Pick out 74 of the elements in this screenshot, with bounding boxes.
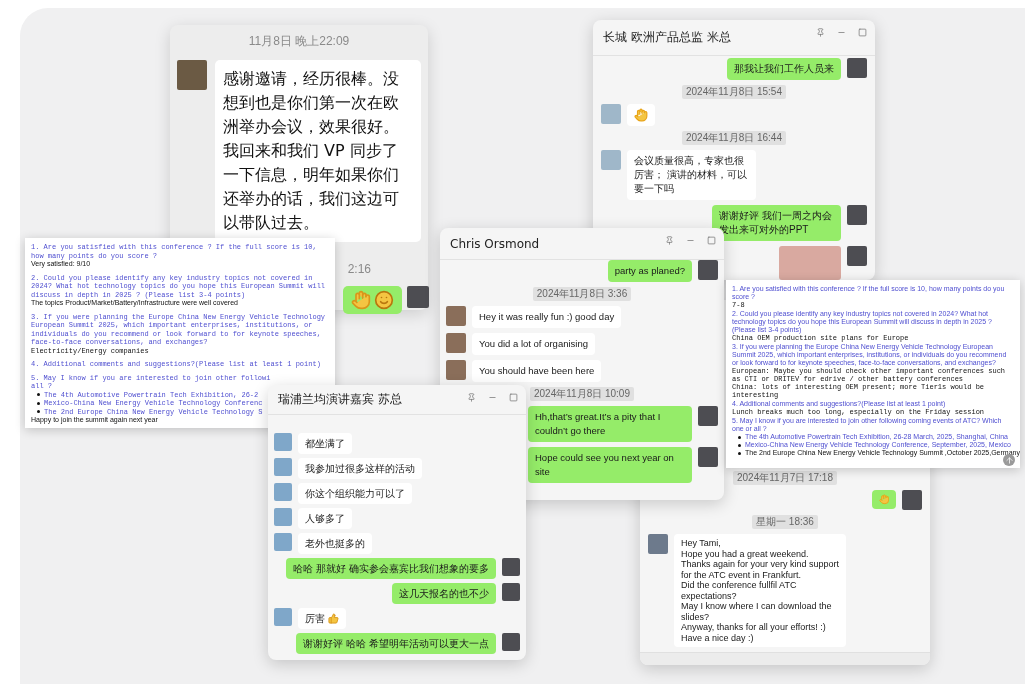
maximize-icon[interactable] bbox=[858, 28, 867, 37]
timestamp: 2024年11月7日 17:18 bbox=[733, 471, 837, 485]
sent-message: party as planed? bbox=[607, 260, 692, 282]
sent-message: 那我让我们工作人员来 bbox=[727, 58, 841, 80]
chat-title: 长城 欧洲产品总监 米总 bbox=[603, 29, 731, 46]
hand-icon bbox=[878, 494, 889, 505]
pin-icon[interactable] bbox=[467, 393, 476, 402]
pin-icon[interactable] bbox=[816, 28, 825, 37]
pin-icon[interactable] bbox=[665, 236, 674, 245]
avatar-image bbox=[274, 533, 292, 551]
arrow-up-icon bbox=[1004, 455, 1014, 465]
hand-icon bbox=[634, 108, 648, 122]
bullet-icon bbox=[738, 443, 741, 447]
avatar-image bbox=[698, 260, 718, 280]
timestamp: 2:16 bbox=[347, 262, 371, 276]
received-message: 老外也挺多的 bbox=[298, 533, 372, 554]
received-message: 你这个组织能力可以了 bbox=[298, 483, 412, 504]
bullet-icon bbox=[37, 401, 40, 405]
avatar-image bbox=[502, 633, 520, 651]
sent-message: 哈哈 那就好 确实参会嘉宾比我们想象的要多 bbox=[286, 558, 496, 579]
thumbs-up-icon bbox=[328, 613, 339, 624]
sent-message: 谢谢好评 哈哈 希望明年活动可以更大一点 bbox=[296, 633, 496, 654]
message-text: 厉害 bbox=[305, 612, 325, 625]
received-message: 我参加过很多这样的活动 bbox=[298, 458, 422, 479]
timestamp: 2024年11月8日 15:54 bbox=[682, 85, 786, 99]
avatar-image bbox=[698, 447, 718, 467]
bullet-icon bbox=[37, 393, 40, 397]
received-message: 都坐满了 bbox=[298, 433, 352, 454]
avatar-image bbox=[648, 534, 668, 554]
bullet-icon bbox=[738, 451, 741, 455]
avatar-image bbox=[177, 60, 207, 90]
avatar-image bbox=[274, 508, 292, 526]
sent-message: 这几天报名的也不少 bbox=[392, 583, 496, 604]
avatar-image bbox=[446, 306, 466, 326]
timestamp: 2024年11月8日 3:36 bbox=[532, 287, 632, 301]
avatar-image bbox=[847, 246, 867, 266]
avatar-image bbox=[847, 58, 867, 78]
timestamp: 2024年11月8日 10:09 bbox=[530, 387, 634, 401]
avatar-image bbox=[902, 490, 922, 510]
hand-icon bbox=[351, 290, 371, 310]
received-message: You did a lot of organising bbox=[472, 333, 595, 355]
maximize-icon[interactable] bbox=[707, 236, 716, 245]
avatar-image bbox=[698, 406, 718, 426]
timestamp: 11月8日 晚上22:09 bbox=[248, 33, 350, 50]
timestamp: 星期一 18:36 bbox=[752, 515, 818, 529]
avatar-image bbox=[446, 360, 466, 380]
received-message: You should have been here bbox=[472, 360, 602, 382]
received-message: 人够多了 bbox=[298, 508, 352, 529]
avatar-image bbox=[847, 205, 867, 225]
avatar-image bbox=[274, 433, 292, 451]
received-message: Hey it was really fun :) good day bbox=[472, 306, 622, 328]
avatar-image bbox=[502, 583, 520, 601]
bullet-icon bbox=[37, 410, 40, 414]
received-message: 感谢邀请，经历很棒。没想到也是你们第一次在欧洲举办会议，效果很好。我回来和我们 VP 同步了一下信息，明年如果你们还举办的话，我们这边可以带队过去。 bbox=[215, 60, 421, 242]
avatar-image bbox=[274, 458, 292, 476]
chat-title: 瑞浦兰均演讲嘉宾 苏总 bbox=[278, 391, 402, 408]
avatar-image bbox=[601, 104, 621, 124]
sent-message: Hh,that’s great.It’s a pity that I couldn’t go there bbox=[528, 406, 692, 442]
avatar-image bbox=[502, 558, 520, 576]
avatar-image bbox=[274, 608, 292, 626]
message-input-area[interactable] bbox=[640, 652, 930, 665]
sent-message: Hope could see you next year on site bbox=[528, 447, 692, 483]
avatar-image bbox=[407, 286, 429, 308]
smile-icon bbox=[374, 290, 394, 310]
received-message: Hey Tami, Hope you had a great weekend. Thanks again for your very kind support for the ATC event in Frankfurt. Did the conference fullfil ATC expectations? May I know where I can download the slides? Anyway, thanks for all your efforts! :) Have a nice day :) bbox=[674, 534, 847, 647]
avatar-image bbox=[274, 483, 292, 501]
avatar-image bbox=[446, 333, 466, 353]
photo-placeholder bbox=[779, 246, 841, 280]
chat-title: Chris Orsmond bbox=[450, 236, 540, 251]
bullet-icon bbox=[738, 435, 741, 439]
received-message: 会议质量很高，专家也很厉害； 演讲的材料，可以要一下吗 bbox=[627, 150, 756, 200]
timestamp: 2024年11月8日 16:44 bbox=[682, 131, 786, 145]
avatar-image bbox=[601, 150, 621, 170]
maximize-icon[interactable] bbox=[509, 393, 518, 402]
